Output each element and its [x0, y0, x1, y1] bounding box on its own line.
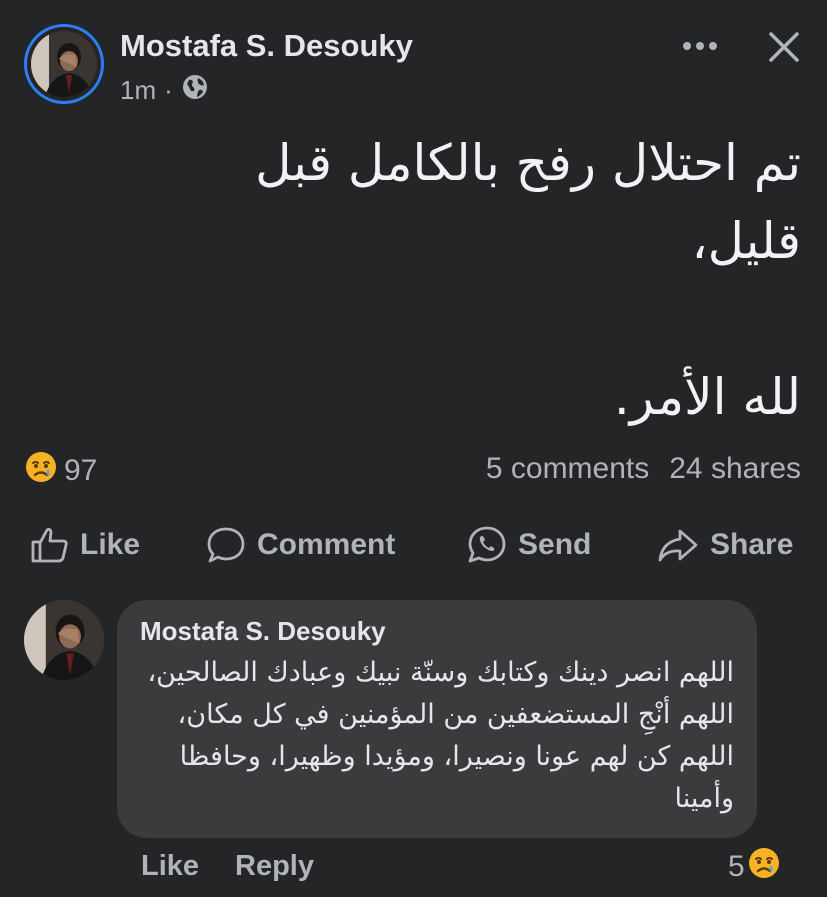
share-label: Share [710, 528, 794, 561]
more-horizontal-icon [683, 42, 717, 50]
avatar-photo [24, 600, 104, 680]
sad-emoji-icon [24, 450, 58, 492]
post-text-line: لله الأمر. [613, 368, 801, 426]
comment-reply-button[interactable]: Reply [235, 850, 314, 883]
whatsapp-icon [468, 526, 506, 563]
thumbs-up-icon [31, 527, 68, 563]
shares-count[interactable]: 24 shares [669, 452, 801, 486]
sad-emoji-icon [747, 846, 781, 888]
comment-reaction-count: 5 [728, 850, 745, 883]
comments-count[interactable]: 5 comments [486, 452, 649, 486]
post-actions: Like Comment Send Share [0, 520, 827, 570]
close-button[interactable] [760, 26, 808, 68]
post-text-line: قليل، [691, 212, 801, 270]
comment-reactions[interactable]: 5 [728, 846, 781, 888]
send-button[interactable]: Send [466, 520, 591, 570]
post-reactions[interactable]: 97 [24, 450, 97, 492]
share-arrow-icon [658, 529, 698, 562]
like-button[interactable]: Like [30, 520, 140, 570]
comment-like-button[interactable]: Like [141, 850, 199, 883]
post-text-line: تم احتلال رفح بالكامل قبل [255, 134, 801, 192]
author-name[interactable]: Mostafa S. Desouky [120, 28, 413, 64]
comment-icon [207, 527, 245, 563]
comment-author-avatar[interactable] [24, 600, 104, 680]
comment-text: اللهم انصر دينك وكتابك وسنّة نبيك وعبادك… [147, 657, 734, 814]
share-button[interactable]: Share [656, 520, 793, 570]
author-avatar[interactable] [24, 24, 104, 104]
post-timestamp[interactable]: 1m [120, 75, 156, 106]
comment-label: Comment [257, 528, 396, 561]
like-label: Like [80, 528, 141, 561]
send-label: Send [518, 528, 592, 561]
reaction-count: 97 [64, 454, 98, 487]
globe-icon [181, 73, 209, 108]
post-text: تم احتلال رفح بالكامل قبل قليل، لله الأم… [21, 124, 801, 436]
avatar-photo [31, 31, 97, 97]
comment-button[interactable]: Comment [205, 520, 395, 570]
post-meta: 1m · [120, 74, 209, 106]
close-icon [769, 32, 799, 62]
meta-separator: · [164, 74, 173, 105]
post-stats: 5 comments 24 shares [486, 452, 801, 486]
more-options-button[interactable] [678, 28, 722, 64]
comment-author-name[interactable]: Mostafa S. Desouky [140, 616, 386, 647]
